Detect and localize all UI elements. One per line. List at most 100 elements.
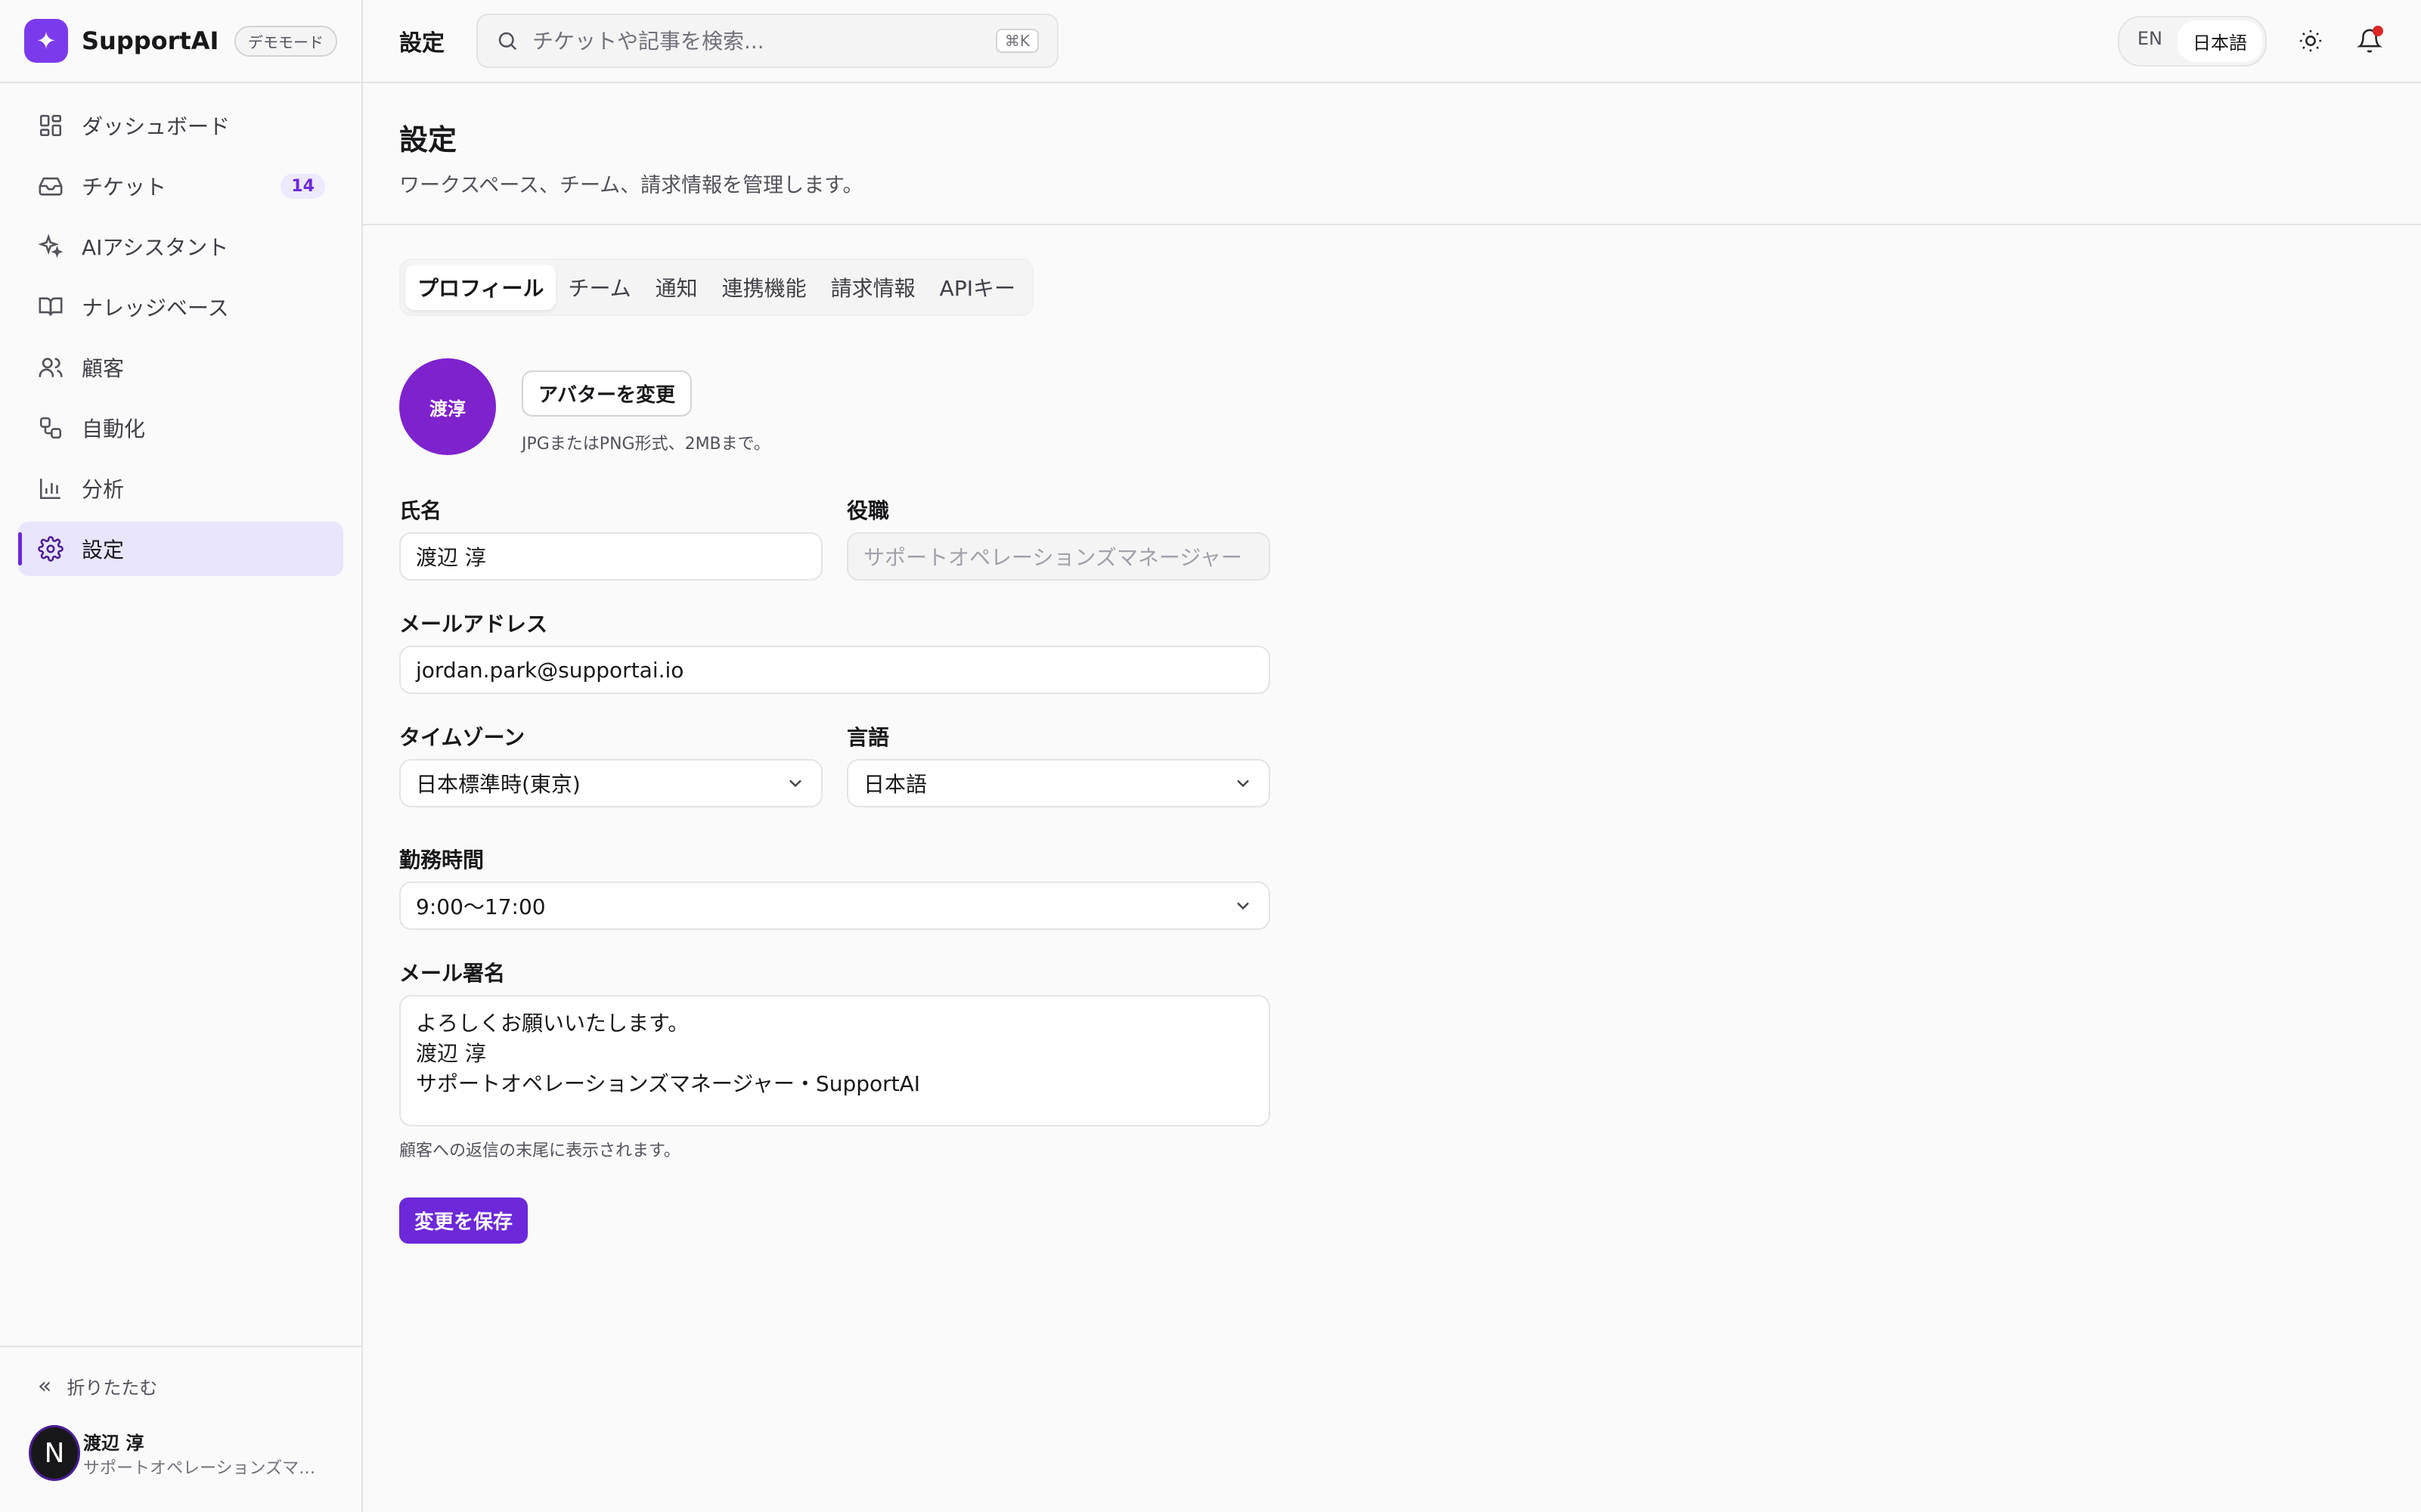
avatar-controls: アバターを変更 JPGまたはPNG形式、2MBまで。 [522, 358, 770, 454]
collapse-label: 折りたたむ [67, 1377, 158, 1399]
collapse-button[interactable]: « 折りたたむ [0, 1347, 361, 1425]
chevron-down-icon [785, 773, 806, 794]
search-icon [496, 29, 519, 52]
avatar[interactable]: N [29, 1425, 80, 1481]
hours-label: 勤務時間 [399, 847, 485, 872]
save-button[interactable]: 変更を保存 [399, 1198, 529, 1244]
page-header: 設定 ワークスペース、チーム、請求情報を管理します。 [363, 83, 2421, 225]
topbar: 設定 ⌘K EN 日本語 [363, 0, 2421, 83]
sidebar-item-settings[interactable]: 設定 [18, 522, 343, 576]
sidebar-item-label: チケット [82, 175, 167, 200]
shortcut-hint: ⌘K [995, 29, 1039, 53]
lang-ja-button[interactable]: 日本語 [2178, 20, 2262, 62]
tab-integrations[interactable]: 連携機能 [710, 265, 819, 310]
role-label: 役職 [847, 498, 890, 523]
language-value: 日本語 [863, 772, 928, 797]
role-field-group: 役職 サポートオペレーションズマネージャー [847, 494, 1270, 581]
avatar-section: 渡淳 アバターを変更 JPGまたはPNG形式、2MBまで。 [399, 358, 2385, 455]
tab-team[interactable]: チーム [556, 265, 643, 310]
notifications-button[interactable] [2354, 26, 2385, 56]
sidebar-item-knowledge-base[interactable]: ナレッジベース [18, 280, 343, 334]
sidebar-item-dashboard[interactable]: ダッシュボード [18, 98, 343, 153]
users-icon [36, 353, 65, 382]
avatar-hint: JPGまたはPNG形式、2MBまで。 [522, 435, 770, 454]
profile-avatar: 渡淳 [399, 358, 496, 455]
tab-notifications[interactable]: 通知 [643, 265, 710, 310]
signature-field-group: メール署名 よろしくお願いいたします。 渡辺 淳 サポートオペレーションズマネー… [399, 957, 1270, 1161]
chart-icon [36, 474, 65, 503]
language-field-group: 言語 日本語 [847, 721, 1270, 807]
page-title: 設定 [399, 123, 457, 156]
page-subtitle: ワークスペース、チーム、請求情報を管理します。 [399, 174, 863, 197]
signature-line: よろしくお願いいたします。 [416, 1011, 690, 1036]
timezone-field-group: タイムゾーン 日本標準時(東京) [399, 721, 823, 807]
sidebar-item-label: ナレッジベース [82, 296, 229, 321]
timezone-label: タイムゾーン [399, 725, 525, 750]
user-role: サポートオペレーションズマ… [83, 1458, 316, 1478]
timezone-select[interactable]: 日本標準時(東京) [399, 759, 823, 807]
dashboard-icon [36, 111, 65, 140]
brand-name[interactable]: SupportAI [82, 26, 219, 55]
sidebar-item-label: 自動化 [82, 417, 146, 442]
language-label: 言語 [847, 725, 890, 750]
email-label: メールアドレス [399, 612, 548, 637]
sidebar-item-label: AIアシスタント [82, 235, 229, 260]
user-profile[interactable]: N 渡辺 淳 サポートオペレーションズマ… [0, 1425, 361, 1481]
language-select[interactable]: 日本語 [847, 759, 1270, 807]
signature-line: 渡辺 淳 [416, 1041, 486, 1066]
sidebar-item-customers[interactable]: 顧客 [18, 340, 343, 395]
role-field: サポートオペレーションズマネージャー [847, 532, 1270, 581]
search-box[interactable]: ⌘K [476, 14, 1059, 68]
signature-textarea[interactable]: よろしくお願いいたします。 渡辺 淳 サポートオペレーションズマネージャー・Su… [399, 995, 1270, 1126]
inbox-icon [36, 172, 65, 200]
sidebar-item-automation[interactable]: 自動化 [18, 401, 343, 455]
sparkles-icon [36, 232, 65, 261]
demo-mode-badge: デモモード [234, 25, 337, 57]
chevrons-left-icon: « [38, 1373, 52, 1399]
settings-content: プロフィール チーム 通知 連携機能 請求情報 APIキー 渡淳 アバターを変更… [363, 225, 2421, 1277]
brand-header: ✦ SupportAI デモモード [0, 0, 361, 83]
hours-value: 9:00〜17:00 [416, 894, 546, 919]
main-content: 設定 ワークスペース、チーム、請求情報を管理します。 プロフィール チーム 通知… [363, 83, 2421, 1512]
tab-api-keys[interactable]: APIキー [928, 265, 1028, 310]
book-icon [36, 293, 65, 321]
name-field[interactable]: 渡辺 淳 [399, 532, 823, 581]
tab-billing[interactable]: 請求情報 [819, 265, 928, 310]
workflow-icon [36, 414, 65, 442]
sun-icon [2298, 28, 2323, 54]
sidebar-item-label: 分析 [82, 477, 125, 502]
sidebar-item-label: ダッシュボード [82, 114, 231, 139]
chevron-down-icon [1232, 773, 1254, 794]
signature-line: サポートオペレーションズマネージャー・SupportAI [416, 1071, 921, 1096]
signature-label: メール署名 [399, 961, 506, 986]
ticket-count-badge: 14 [281, 173, 325, 199]
lang-en-button[interactable]: EN [2122, 20, 2178, 62]
name-label: 氏名 [399, 498, 442, 523]
sidebar: ✦ SupportAI デモモード ダッシュボード チケット 14 AIアシスタ… [0, 0, 363, 1512]
logo-icon[interactable]: ✦ [24, 19, 68, 63]
sidebar-item-ai-assistant[interactable]: AIアシスタント [18, 219, 343, 274]
sidebar-item-tickets[interactable]: チケット 14 [18, 159, 343, 213]
topbar-title: 設定 [399, 30, 445, 57]
sidebar-footer: « 折りたたむ N 渡辺 淳 サポートオペレーションズマ… [0, 1346, 361, 1512]
tab-profile[interactable]: プロフィール [405, 265, 556, 310]
form-row: タイムゾーン 日本標準時(東京) 言語 日本語 [399, 721, 1270, 835]
email-field-group: メールアドレス jordan.park@supportai.io [399, 608, 1270, 694]
profile-form: 氏名 渡辺 淳 役職 サポートオペレーションズマネージャー メールアドレス jo… [399, 494, 1270, 1244]
gear-icon [36, 534, 65, 563]
user-name: 渡辺 淳 [83, 1432, 144, 1454]
name-field-group: 氏名 渡辺 淳 [399, 494, 823, 581]
sidebar-nav: ダッシュボード チケット 14 AIアシスタント ナレッジベース 顧客 自動化 … [0, 83, 361, 597]
language-toggle: EN 日本語 [2117, 15, 2267, 67]
email-field[interactable]: jordan.park@supportai.io [399, 646, 1270, 694]
signature-hint: 顧客への返信の末尾に表示されます。 [399, 1142, 680, 1160]
settings-tabs: プロフィール チーム 通知 連携機能 請求情報 APIキー [399, 259, 1034, 316]
theme-toggle-button[interactable] [2295, 26, 2326, 56]
sidebar-item-analytics[interactable]: 分析 [18, 461, 343, 516]
working-hours-select[interactable]: 9:00〜17:00 [399, 881, 1270, 930]
change-avatar-button[interactable]: アバターを変更 [522, 370, 692, 417]
chevron-down-icon [1232, 895, 1254, 916]
search-input[interactable] [532, 28, 996, 54]
notification-dot [2373, 26, 2383, 36]
hours-field-group: 勤務時間 9:00〜17:00 [399, 844, 1270, 930]
